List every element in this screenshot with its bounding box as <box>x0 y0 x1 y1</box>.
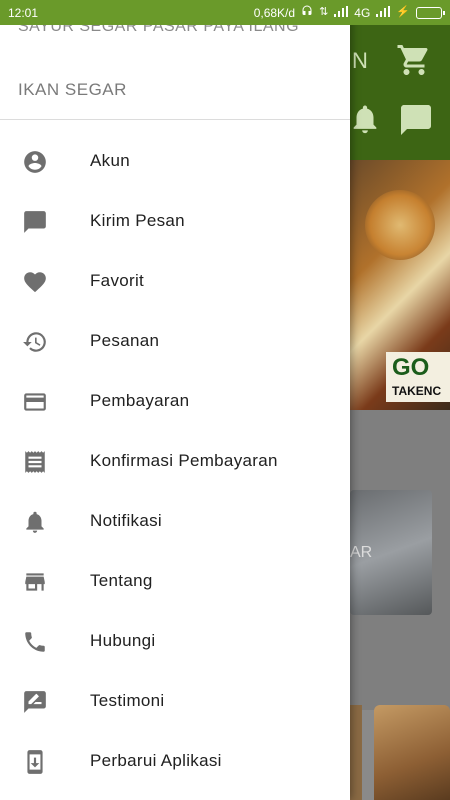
store-icon <box>22 569 48 595</box>
product-card-right[interactable] <box>374 705 450 800</box>
menu-item-kirim-pesan[interactable]: Kirim Pesan <box>0 191 350 251</box>
menu-item-favorit[interactable]: Favorit <box>0 251 350 311</box>
menu-label: Akun <box>90 151 130 170</box>
signal-icon <box>334 5 349 20</box>
food-plate-image <box>365 190 435 260</box>
menu-label: Pembayaran <box>90 391 190 410</box>
heart-icon <box>22 269 48 295</box>
message-icon[interactable] <box>398 102 434 143</box>
menu-label: Testimoni <box>90 691 165 710</box>
receipt-icon <box>22 449 48 475</box>
status-bar: 12:01 0,68K/d ⇅ 4G ⚡ <box>0 0 450 25</box>
menu-item-pembayaran[interactable]: Pembayaran <box>0 371 350 431</box>
update-app-icon <box>22 749 48 775</box>
headset-icon <box>301 5 313 20</box>
navigation-drawer: SAYUR SEGAR PASAR PAYA ILANG IKAN SEGAR … <box>0 0 350 800</box>
history-icon <box>22 329 48 355</box>
signal-icon-2 <box>376 5 391 20</box>
menu-label: Kirim Pesan <box>90 211 185 230</box>
product-card-left[interactable] <box>350 705 362 800</box>
network-type: 4G <box>354 5 371 20</box>
menu-item-hubungi[interactable]: Hubungi <box>0 611 350 671</box>
data-transfer-icon: ⇅ <box>319 6 329 18</box>
menu-item-testimoni[interactable]: Testimoni <box>0 671 350 731</box>
menu-label: Notifikasi <box>90 511 162 530</box>
menu-label: Hubungi <box>90 631 156 650</box>
app-title-fragment: N <box>352 48 368 73</box>
menu-label: Perbarui Aplikasi <box>90 751 222 770</box>
menu-item-pesanan[interactable]: Pesanan <box>0 311 350 371</box>
go-take-badge: GO TAKENC <box>386 352 450 402</box>
phone-icon <box>22 629 48 655</box>
drawer-menu: Akun Kirim Pesan Favorit Pesanan Pembaya… <box>0 131 350 791</box>
cart-icon[interactable] <box>396 42 432 83</box>
menu-label: Konfirmasi Pembayaran <box>90 451 278 470</box>
menu-label: Favorit <box>90 271 145 290</box>
menu-label: Tentang <box>90 571 153 590</box>
bell-icon <box>22 509 48 535</box>
credit-card-icon <box>22 389 48 415</box>
battery-icon <box>416 6 445 19</box>
menu-label: Pesanan <box>90 331 160 350</box>
menu-item-notifikasi[interactable]: Notifikasi <box>0 491 350 551</box>
charging-icon: ⚡ <box>396 6 410 18</box>
drawer-title: IKAN SEGAR <box>18 80 127 99</box>
drawer-divider <box>0 119 350 120</box>
message-icon <box>22 209 48 235</box>
status-indicators: 0,68K/d ⇅ 4G ⚡ <box>253 5 445 20</box>
menu-item-tentang[interactable]: Tentang <box>0 551 350 611</box>
banner-take-text: TAKENC <box>392 384 442 398</box>
menu-item-akun[interactable]: Akun <box>0 131 350 191</box>
bell-icon[interactable] <box>348 102 382 141</box>
net-speed: 0,68K/d <box>253 5 296 20</box>
category-card-label: AR <box>350 544 373 561</box>
account-icon <box>22 149 48 175</box>
menu-item-perbarui-aplikasi[interactable]: Perbarui Aplikasi <box>0 731 350 791</box>
banner-go-text: GO <box>392 354 430 381</box>
testimonial-icon <box>22 689 48 715</box>
status-time: 12:01 <box>8 5 39 20</box>
menu-item-konfirmasi-pembayaran[interactable]: Konfirmasi Pembayaran <box>0 431 350 491</box>
